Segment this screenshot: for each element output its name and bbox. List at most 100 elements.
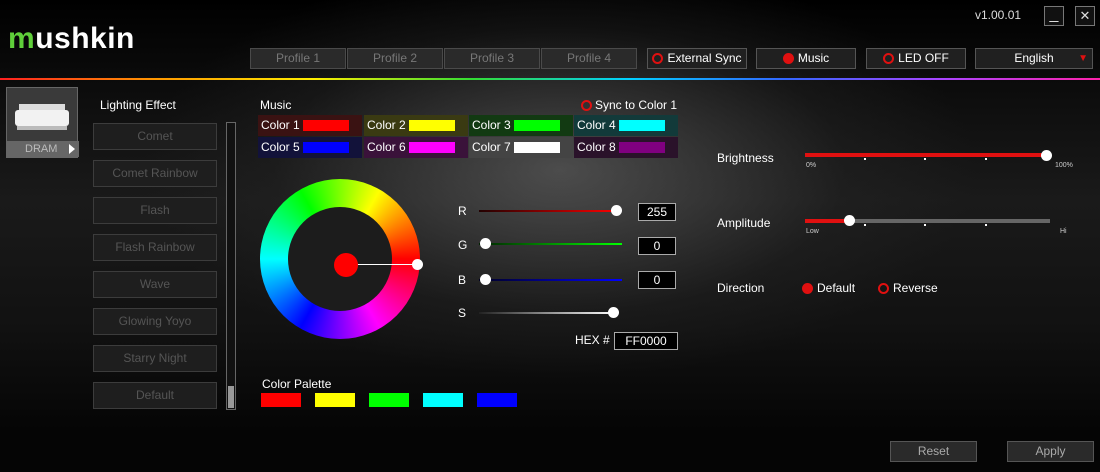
music-button[interactable]: Music <box>756 48 856 69</box>
brightness-tick <box>924 158 926 160</box>
brightness-min-label: 0% <box>806 162 817 169</box>
sync-to-color1-option[interactable]: Sync to Color 1 <box>581 98 677 112</box>
music-color-swatch <box>514 120 560 131</box>
led-off-button[interactable]: LED OFF <box>866 48 966 69</box>
tab-profile-2[interactable]: Profile 2 <box>347 48 443 69</box>
music-color-6[interactable]: Color 6 <box>364 137 468 158</box>
language-select[interactable]: English ▼ <box>975 48 1093 69</box>
music-color-label: Color 8 <box>577 140 616 154</box>
b-slider[interactable] <box>479 279 622 281</box>
music-color-swatch <box>619 120 665 131</box>
g-value-input[interactable]: 0 <box>638 237 676 255</box>
palette-swatch[interactable] <box>423 393 463 407</box>
brightness-slider-knob[interactable] <box>1041 150 1052 161</box>
scrollbar-thumb[interactable] <box>228 386 234 408</box>
r-value-input[interactable]: 255 <box>638 203 676 221</box>
brightness-label: Brightness <box>717 151 774 165</box>
amplitude-slider[interactable] <box>805 219 1050 223</box>
music-color-label: Color 2 <box>367 118 406 132</box>
minimize-icon: _ <box>1049 6 1059 23</box>
s-label: S <box>458 306 467 320</box>
dram-label: DRAM <box>7 141 79 157</box>
music-color-label: Color 1 <box>261 118 300 132</box>
effect-glowing-yoyo-button[interactable]: Glowing Yoyo <box>93 308 217 335</box>
brightness-tick <box>864 158 866 160</box>
color-palette-title: Color Palette <box>262 377 332 391</box>
brightness-slider[interactable] <box>805 153 1050 157</box>
direction-label: Direction <box>717 281 765 295</box>
brightness-tick <box>985 158 987 160</box>
effect-starry-night-button[interactable]: Starry Night <box>93 345 217 372</box>
close-icon: ✕ <box>1079 8 1091 23</box>
r-label: R <box>458 204 467 218</box>
chevron-down-icon: ▼ <box>1078 53 1088 64</box>
external-sync-button[interactable]: External Sync <box>647 48 747 69</box>
palette-swatch[interactable] <box>369 393 409 407</box>
music-color-swatch <box>303 120 349 131</box>
amplitude-fill <box>805 219 850 223</box>
dram-device-tile[interactable]: DRAM <box>6 87 79 158</box>
s-slider-knob[interactable] <box>608 307 619 318</box>
b-label: B <box>458 273 467 287</box>
g-label: G <box>458 238 468 252</box>
effect-comet-rainbow-button[interactable]: Comet Rainbow <box>93 160 217 187</box>
music-color-label: Color 5 <box>261 140 300 154</box>
music-color-3[interactable]: Color 3 <box>469 115 573 136</box>
rainbow-divider <box>0 78 1100 80</box>
tab-profile-3[interactable]: Profile 3 <box>444 48 540 69</box>
b-slider-knob[interactable] <box>480 274 491 285</box>
hex-value-input[interactable]: FF0000 <box>614 332 678 350</box>
effect-flash-button[interactable]: Flash <box>93 197 217 224</box>
lighting-effect-title: Lighting Effect <box>100 98 176 112</box>
r-slider-knob[interactable] <box>611 205 622 216</box>
color-wheel-handle[interactable] <box>412 259 423 270</box>
radio-off-icon <box>878 282 889 294</box>
effect-flash-rainbow-button[interactable]: Flash Rainbow <box>93 234 217 261</box>
palette-swatch[interactable] <box>477 393 517 407</box>
music-color-swatch <box>409 142 455 153</box>
effect-comet-button[interactable]: Comet <box>93 123 217 150</box>
dram-module-icon <box>15 104 69 130</box>
music-color-swatch <box>303 142 349 153</box>
radio-off-icon <box>652 53 664 64</box>
version-label: v1.00.01 <box>975 8 1022 22</box>
palette-swatch[interactable] <box>261 393 301 407</box>
s-slider[interactable] <box>479 312 616 314</box>
music-color-label: Color 6 <box>367 140 406 154</box>
radio-off-icon <box>581 99 592 111</box>
g-slider[interactable] <box>479 243 622 245</box>
music-color-1[interactable]: Color 1 <box>258 115 362 136</box>
music-color-label: Color 4 <box>577 118 616 132</box>
effect-list-scrollbar[interactable] <box>226 122 236 410</box>
g-slider-knob[interactable] <box>480 238 491 249</box>
color-wheel[interactable] <box>260 179 423 339</box>
music-title: Music <box>260 98 292 112</box>
music-color-swatch <box>409 120 455 131</box>
selected-color-preview <box>334 253 358 277</box>
minimize-button[interactable]: _ <box>1044 6 1064 26</box>
tab-profile-4[interactable]: Profile 4 <box>541 48 637 69</box>
radio-off-icon <box>883 53 895 64</box>
amplitude-label: Amplitude <box>717 216 771 230</box>
tab-profile-1[interactable]: Profile 1 <box>250 48 346 69</box>
music-color-7[interactable]: Color 7 <box>469 137 573 158</box>
palette-swatch[interactable] <box>315 393 355 407</box>
effect-default-button[interactable]: Default <box>93 382 217 409</box>
b-value-input[interactable]: 0 <box>638 271 676 289</box>
chevron-right-icon <box>69 144 75 154</box>
music-color-label: Color 3 <box>472 118 511 132</box>
reset-button[interactable]: Reset <box>890 441 977 462</box>
music-color-2[interactable]: Color 2 <box>364 115 468 136</box>
direction-default-option[interactable]: Default <box>802 281 855 295</box>
effect-wave-button[interactable]: Wave <box>93 271 217 298</box>
radio-on-icon <box>802 282 813 294</box>
r-slider[interactable] <box>479 210 619 212</box>
music-color-swatch <box>514 142 560 153</box>
music-color-5[interactable]: Color 5 <box>258 137 362 158</box>
music-color-8[interactable]: Color 8 <box>574 137 678 158</box>
music-color-4[interactable]: Color 4 <box>574 115 678 136</box>
direction-reverse-option[interactable]: Reverse <box>878 281 938 295</box>
apply-button[interactable]: Apply <box>1007 441 1094 462</box>
radio-on-icon <box>782 53 794 64</box>
close-button[interactable]: ✕ <box>1075 6 1095 26</box>
